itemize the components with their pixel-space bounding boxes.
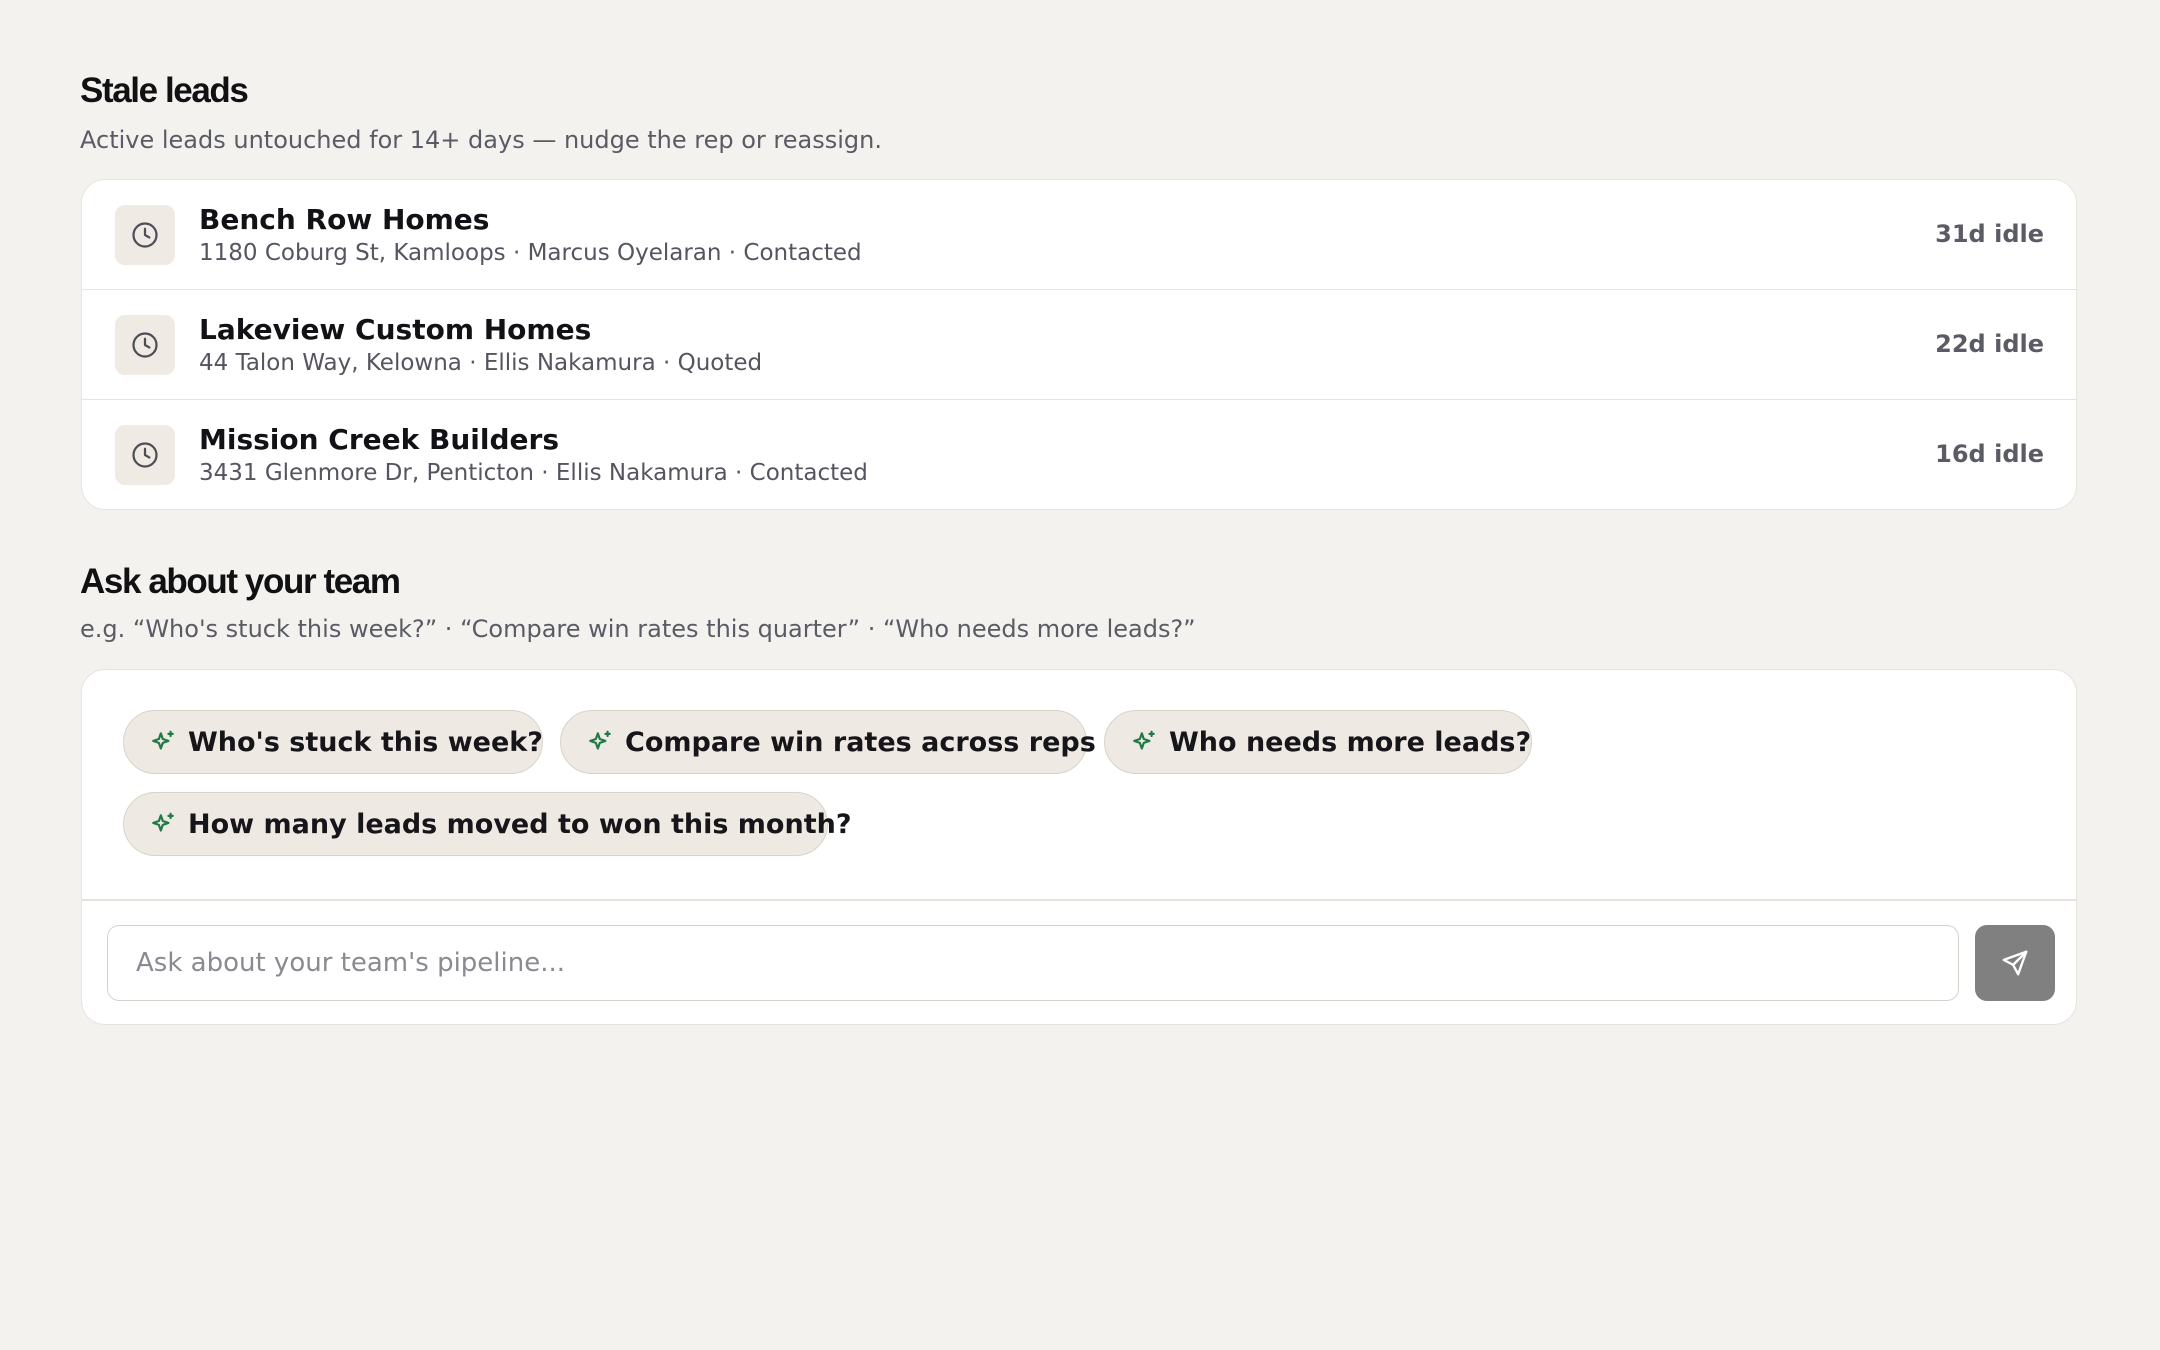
lead-name: Lakeview Custom Homes [199,313,592,346]
divider [82,899,2076,901]
suggestion-chip[interactable]: Who's stuck this week? [123,710,543,774]
lead-idle-time: 22d idle [1935,330,2044,358]
send-icon [2000,948,2030,978]
sparkle-icon [150,811,176,837]
sparkle-icon [150,729,176,755]
lead-meta: 3431 Glenmore Dr, Penticton · Ellis Naka… [199,460,868,486]
ask-team-subtitle: e.g. “Who's stuck this week?” · “Compare… [80,615,1196,643]
suggestion-chip[interactable]: How many leads moved to won this month? [123,792,852,856]
suggestion-chip[interactable]: Who needs more leads? [1104,710,1532,774]
lead-name: Mission Creek Builders [199,423,559,456]
lead-name: Bench Row Homes [199,203,490,236]
ask-input[interactable] [107,925,1959,1001]
lead-row[interactable]: Bench Row Homes 1180 Coburg St, Kamloops… [82,180,2076,290]
stale-leads-subtitle: Active leads untouched for 14+ days — nu… [80,126,882,154]
suggestion-label: Who needs more leads? [1169,726,1532,758]
ask-team-panel: Who's stuck this week? Compare win rates… [81,669,2077,1025]
stale-leads-list: Bench Row Homes 1180 Coburg St, Kamloops… [81,179,2077,510]
suggestion-label: Compare win rates across reps [625,726,1096,758]
clock-icon [115,425,175,485]
sparkle-icon [1131,729,1157,755]
lead-row[interactable]: Mission Creek Builders 3431 Glenmore Dr,… [82,400,2076,509]
suggestion-chip[interactable]: Compare win rates across reps [560,710,1096,774]
clock-icon [115,205,175,265]
stale-leads-title: Stale leads [80,71,249,110]
lead-idle-time: 16d idle [1935,440,2044,468]
ask-team-title: Ask about your team [80,562,401,601]
clock-icon [115,315,175,375]
lead-row[interactable]: Lakeview Custom Homes 44 Talon Way, Kelo… [82,290,2076,400]
sparkle-icon [587,729,613,755]
suggestion-label: How many leads moved to won this month? [188,808,852,840]
send-button[interactable] [1975,925,2055,1001]
lead-meta: 1180 Coburg St, Kamloops · Marcus Oyelar… [199,240,862,266]
lead-meta: 44 Talon Way, Kelowna · Ellis Nakamura ·… [199,350,763,376]
lead-idle-time: 31d idle [1935,220,2044,248]
suggestion-label: Who's stuck this week? [188,726,543,758]
